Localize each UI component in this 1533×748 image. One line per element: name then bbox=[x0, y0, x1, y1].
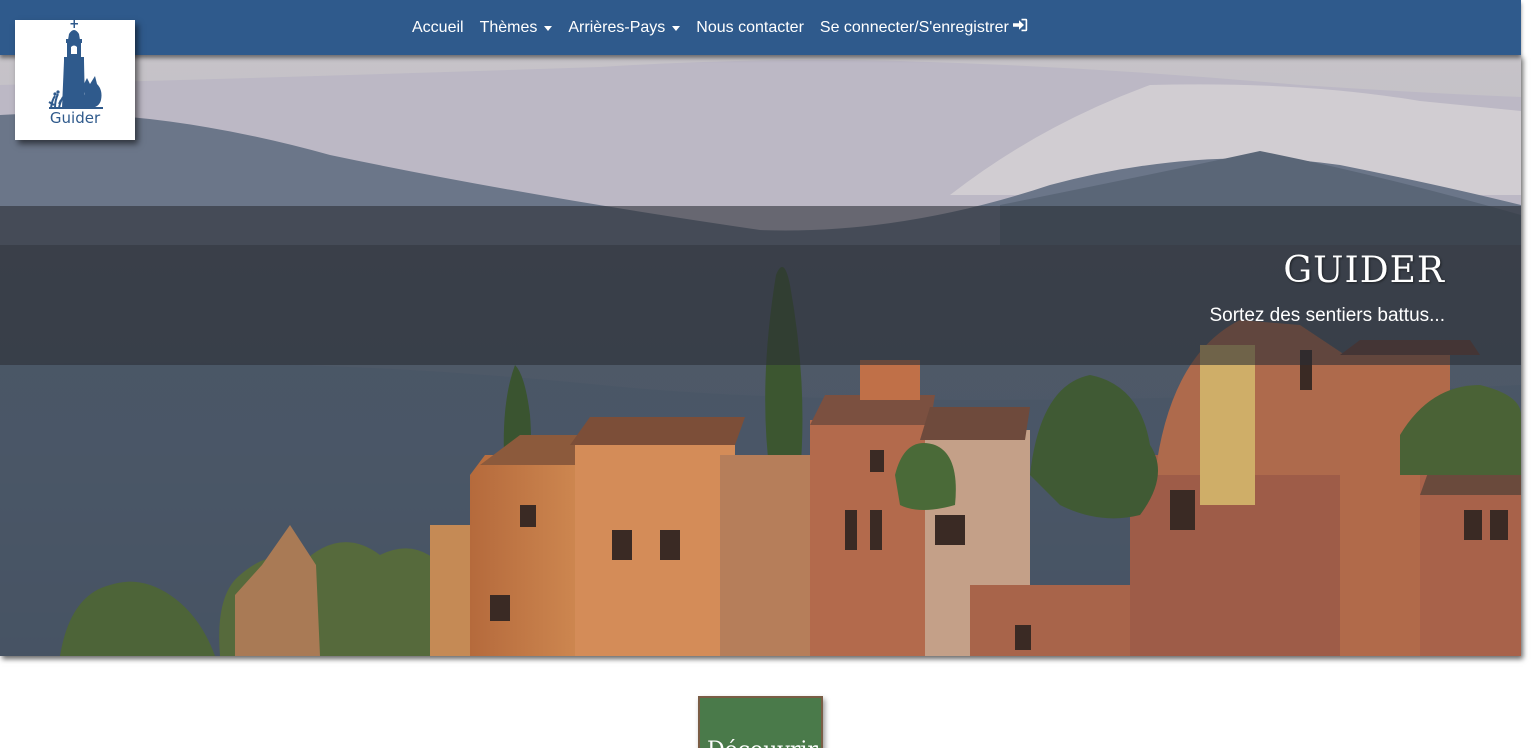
hero-subtitle: Sortez des sentiers battus... bbox=[1209, 305, 1445, 326]
nav-item-label: Thèmes bbox=[479, 18, 538, 36]
nav-menu: Accueil Thèmes Arrières-Pays Nous contac… bbox=[412, 0, 1044, 55]
tile-label: Découvrir bbox=[700, 738, 821, 748]
nav-item-contact[interactable]: Nous contacter bbox=[696, 19, 804, 37]
site-logo[interactable]: Guider bbox=[15, 20, 135, 140]
hero-title: GUIDER bbox=[1283, 250, 1445, 291]
nav-item-label: Arrières-Pays bbox=[568, 18, 666, 36]
nav-item-signin[interactable]: Se connecter/S'enregistrer bbox=[820, 18, 1028, 37]
nav-item-label: Accueil bbox=[412, 18, 464, 36]
nav-item-accueil[interactable]: Accueil bbox=[412, 19, 464, 37]
nav-item-label: Se connecter/S'enregistrer bbox=[819, 18, 1009, 36]
sign-in-icon bbox=[1012, 18, 1028, 37]
hero-caption: GUIDER Sortez des sentiers battus... bbox=[0, 206, 1521, 365]
decouvrir-tile[interactable]: Découvrir bbox=[698, 696, 823, 748]
logo-text: Guider bbox=[49, 109, 101, 127]
hero-banner: GUIDER Sortez des sentiers battus... bbox=[0, 55, 1521, 656]
caret-down-icon bbox=[544, 26, 553, 31]
nav-item-arrieres-pays[interactable]: Arrières-Pays bbox=[568, 18, 681, 37]
top-navbar: Accueil Thèmes Arrières-Pays Nous contac… bbox=[0, 0, 1521, 55]
caret-down-icon bbox=[672, 26, 681, 31]
nav-item-label: Nous contacter bbox=[696, 18, 804, 36]
nav-item-themes[interactable]: Thèmes bbox=[480, 19, 553, 37]
